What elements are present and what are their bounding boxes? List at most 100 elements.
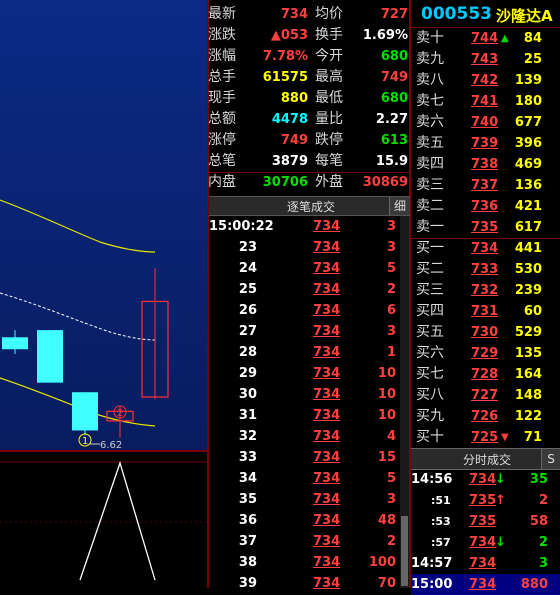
tape-row[interactable]: 31 734 10: [209, 405, 399, 426]
ask-row[interactable]: 卖三 737 136: [411, 175, 560, 196]
tape-row[interactable]: 28 734 1: [209, 342, 399, 363]
order-book: 卖十 744 ▲ 84 卖九 743 25 卖八 742 139 卖七 741 180 卖六 740 677 卖…: [411, 0, 560, 448]
tape-row[interactable]: 30 734 10: [209, 384, 399, 405]
tick-row[interactable]: 14:56 734 ↓ 35: [411, 469, 560, 490]
book-level-label: 卖十: [416, 30, 444, 46]
tape-volume: 100: [368, 555, 396, 570]
ask-row[interactable]: 卖五 739 396: [411, 133, 560, 154]
tape-row[interactable]: 36 734 48: [209, 510, 399, 531]
bid-row[interactable]: 买七 728 164: [411, 364, 560, 385]
ask-row[interactable]: 卖七 741 180: [411, 91, 560, 112]
book-volume: 25: [523, 52, 542, 67]
tape-detail-button[interactable]: 细: [389, 197, 410, 215]
book-price: 735: [471, 220, 499, 235]
tape-volume: 3: [386, 219, 396, 234]
tick-price: 734: [469, 535, 497, 550]
quote-label: 涨幅: [208, 48, 236, 64]
bid-row[interactable]: 买二 733 530: [411, 259, 560, 280]
tape-price: 734: [313, 534, 341, 549]
tick-row[interactable]: :57 734 ↓ 2: [411, 532, 560, 553]
tick-row[interactable]: 15:00 734 880: [411, 574, 560, 595]
ask-row[interactable]: 卖一 735 617: [411, 217, 560, 238]
bid-row[interactable]: 买九 726 122: [411, 406, 560, 427]
bid-row[interactable]: 买四 731 60: [411, 301, 560, 322]
book-volume: 239: [514, 283, 542, 298]
ask-row[interactable]: 卖八 742 139: [411, 70, 560, 91]
quote-row: 最新 734 均价 727: [207, 4, 410, 25]
book-level-label: 买一: [416, 240, 444, 256]
ticks-expand-button[interactable]: S: [541, 449, 560, 469]
tape-row[interactable]: 32 734 4: [209, 426, 399, 447]
down-arrow-icon: ▼: [501, 432, 509, 443]
tape-row[interactable]: 34 734 5: [209, 468, 399, 489]
tape-row[interactable]: 35 734 3: [209, 489, 399, 510]
tape-volume: 2: [386, 282, 396, 297]
tape-price: 734: [313, 345, 341, 360]
quote-label: 均价: [315, 6, 343, 22]
divider: [207, 172, 410, 173]
quote-label: 现手: [208, 90, 236, 106]
tape-price: 734: [313, 303, 341, 318]
scrollbar-thumb[interactable]: [401, 516, 408, 586]
tape-price: 734: [313, 282, 341, 297]
up-arrow-icon: ↑: [495, 493, 506, 508]
ask-row[interactable]: 卖四 738 469: [411, 154, 560, 175]
tape-price: 734: [313, 471, 341, 486]
bid-row[interactable]: 买一 734 441: [411, 238, 560, 259]
quote-value: 4478: [271, 112, 308, 127]
tape-time: 35: [238, 492, 257, 507]
bid-row[interactable]: 买三 732 239: [411, 280, 560, 301]
ask-row[interactable]: 卖二 736 421: [411, 196, 560, 217]
quote-value: 613: [380, 133, 408, 148]
tick-row[interactable]: :53 735 58: [411, 511, 560, 532]
book-price: 731: [471, 304, 499, 319]
tape-row[interactable]: 27 734 3: [209, 321, 399, 342]
tape-row[interactable]: 26 734 6: [209, 300, 399, 321]
tape-time: 31: [238, 408, 257, 423]
tape-scrollbar[interactable]: [400, 216, 409, 588]
ask-row[interactable]: 卖十 744 ▲ 84: [411, 28, 560, 49]
tape-price: 734: [313, 492, 341, 507]
tape-row[interactable]: 24 734 5: [209, 258, 399, 279]
ask-row[interactable]: 卖九 743 25: [411, 49, 560, 70]
quote-label: 最高: [315, 69, 343, 85]
bid-row[interactable]: 买十 725 ▼ 71: [411, 427, 560, 448]
book-level-label: 买十: [416, 429, 444, 445]
tape-row[interactable]: 25 734 2: [209, 279, 399, 300]
tape-volume: 2: [386, 534, 396, 549]
bid-row[interactable]: 买六 729 135: [411, 343, 560, 364]
quote-label: 外盘: [315, 174, 343, 190]
tick-row[interactable]: 14:57 734 3: [411, 553, 560, 574]
tick-row[interactable]: :51 735 ↑ 2: [411, 490, 560, 511]
book-price: 738: [471, 157, 499, 172]
book-price: 736: [471, 199, 499, 214]
tape-list[interactable]: 15:00:22 734 3 23 734 3 24 734 5 2 5 734 2 26 734 6 27 73…: [209, 216, 410, 591]
tape-price: 734: [313, 387, 341, 402]
ticks-list[interactable]: 14:56 734 ↓ 35:51 735 ↑ 2:53 735 58:57 734 ↓ 2 14:57…: [411, 469, 560, 595]
tick-volume: 2: [538, 535, 548, 550]
book-price: 744: [471, 31, 499, 46]
tape-volume: 5: [386, 261, 396, 276]
tape-time: 30: [238, 387, 257, 402]
tape-time: 32: [238, 429, 257, 444]
tape-row[interactable]: 23 734 3: [209, 237, 399, 258]
tape-price: 734: [313, 450, 341, 465]
ask-row[interactable]: 卖六 740 677: [411, 112, 560, 133]
kline-chart[interactable]: 1 2 6.62: [0, 0, 207, 588]
tape-row[interactable]: 39 734 70: [209, 573, 399, 594]
book-level-label: 卖三: [416, 177, 444, 193]
tape-time: 28: [238, 345, 257, 360]
tape-row[interactable]: 38 734 100: [209, 552, 399, 573]
divider: [411, 238, 560, 239]
tape-row[interactable]: 15:00:22 734 3: [209, 216, 399, 237]
tape-volume: 5: [386, 471, 396, 486]
bid-row[interactable]: 买五 730 529: [411, 322, 560, 343]
bid-row[interactable]: 买八 727 148: [411, 385, 560, 406]
down-arrow-icon: ↓: [495, 535, 506, 550]
book-price: 726: [471, 409, 499, 424]
tape-time: 33: [238, 450, 257, 465]
tape-row[interactable]: 29 734 10: [209, 363, 399, 384]
tape-price: 734: [313, 366, 341, 381]
tape-row[interactable]: 33 734 15: [209, 447, 399, 468]
tape-row[interactable]: 37 734 2: [209, 531, 399, 552]
